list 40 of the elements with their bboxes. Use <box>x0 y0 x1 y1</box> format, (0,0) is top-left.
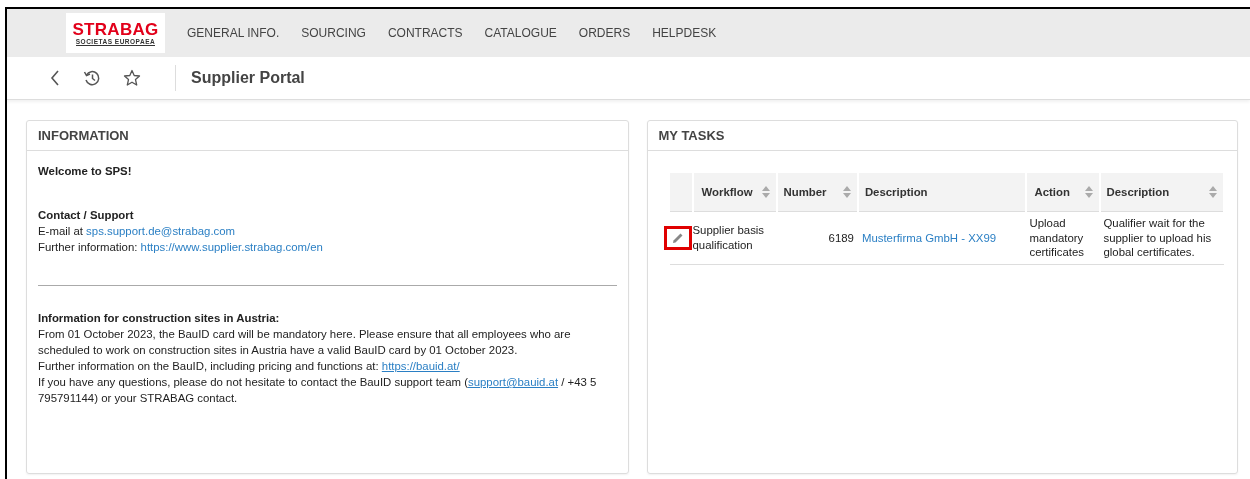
section-heading: Information for construction sites in Austria: <box>38 311 281 326</box>
table-cell: Upload mandatory certificates <box>1025 211 1100 264</box>
section-heading: Contact / Support <box>38 208 135 223</box>
page-title: Supplier Portal <box>191 69 305 87</box>
table-cell: Qualifier wait for the supplier to upload his global certificates. <box>1099 211 1224 264</box>
edit-button[interactable] <box>663 225 692 250</box>
link[interactable]: sps.support.de@strabag.com <box>86 225 236 237</box>
column-header[interactable]: Description <box>857 173 1026 212</box>
sort-icon <box>1084 186 1093 198</box>
back-icon[interactable] <box>49 69 61 87</box>
sort-icon <box>761 186 770 198</box>
panel-title: MY TASKS <box>658 128 725 143</box>
link[interactable]: https://bauid.at/ <box>381 360 460 372</box>
panel-title: INFORMATION <box>38 128 129 143</box>
nav-link[interactable]: HELPDESK <box>652 26 717 40</box>
contact-line: E-mail at sps.support.de@strabag.com <box>38 224 237 239</box>
nav-link[interactable]: CATALOGUE <box>484 26 557 40</box>
nav-link[interactable]: ORDERS <box>578 26 631 40</box>
pencil-icon <box>671 231 684 244</box>
column-header[interactable]: Workflow <box>692 173 777 212</box>
info-paragraph: If you have any questions, please do not hesitate to contact the BauID support team (support@bauid.at / +43 5 795791144) or your STRABAG contact. <box>38 375 598 406</box>
star-icon[interactable] <box>123 69 141 87</box>
info-paragraph: From 01 October 2023, the BauID card will be mandatory here. Please ensure that all employees who are scheduled to work on construction sites in Austria have a valid BauID card by 01 October 2023. <box>38 327 572 358</box>
table-cell: 6189 <box>776 211 858 264</box>
history-icon[interactable] <box>83 69 101 87</box>
nav-link[interactable]: SOURCING <box>301 26 366 40</box>
link[interactable]: https://www.supplier.strabag.com/en <box>140 241 323 253</box>
column-header[interactable]: Action <box>1025 173 1100 212</box>
welcome-text: Welcome to SPS! <box>38 164 133 179</box>
info-paragraph: Further information on the BauID, including pricing and functions at: https://bauid.at/ <box>38 359 461 374</box>
column-header[interactable]: Description <box>1099 173 1224 212</box>
table-cell: Supplier basis qualification <box>692 211 777 264</box>
nav-link[interactable]: GENERAL INFO. <box>187 26 280 40</box>
contact-line: Further information: https://www.supplier.strabag.com/en <box>38 240 324 255</box>
nav-link[interactable]: CONTRACTS <box>387 26 463 40</box>
sort-icon <box>842 186 851 198</box>
sort-icon <box>1208 186 1217 198</box>
link[interactable]: Musterfirma GmbH - XX99 <box>861 231 997 244</box>
column-header[interactable]: Number <box>776 173 858 212</box>
logo-wordmark: STRABAG <box>72 20 159 38</box>
